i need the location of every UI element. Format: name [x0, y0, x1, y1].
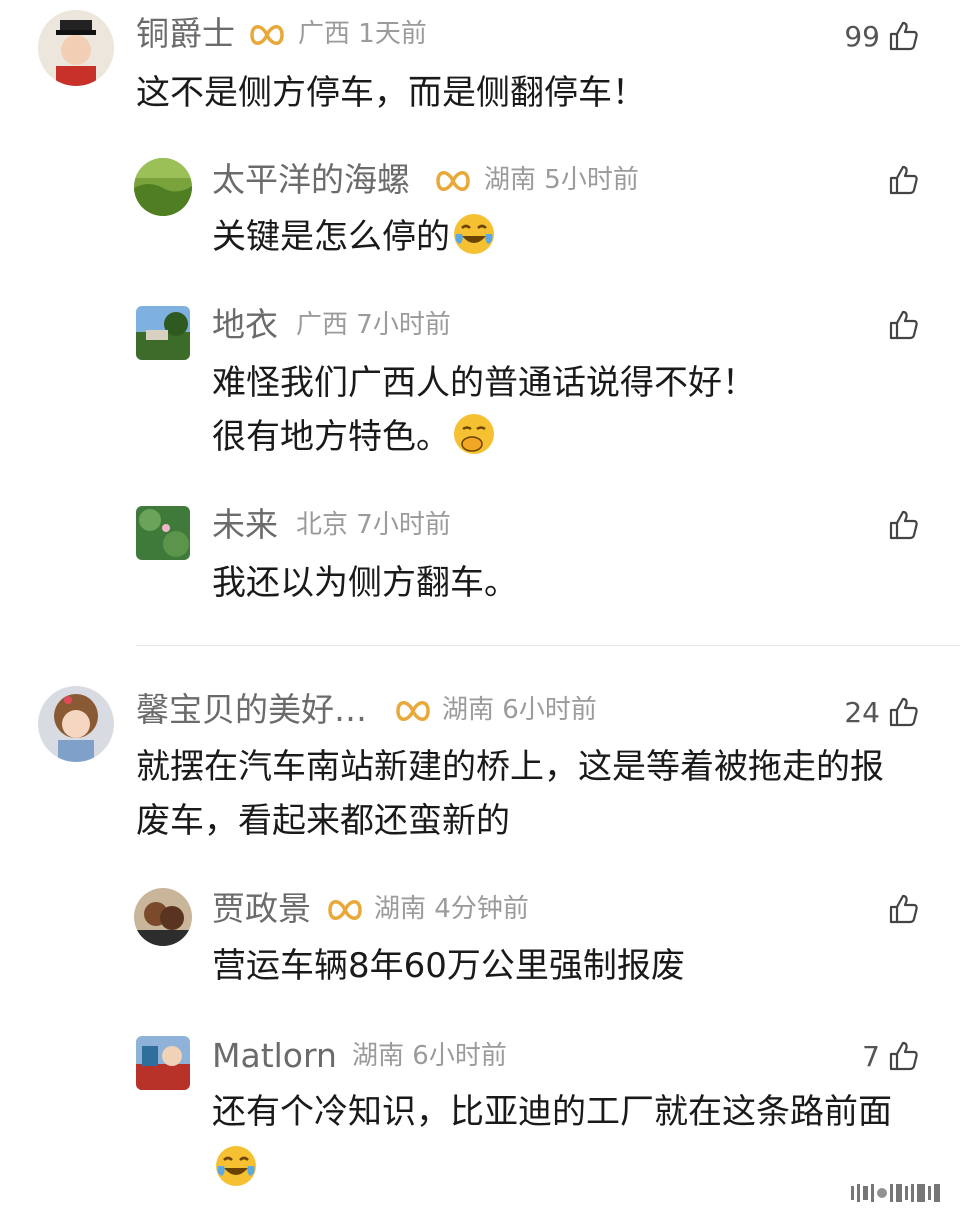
like-count: 99: [844, 19, 880, 53]
timestamp: 6小时前: [412, 1041, 507, 1071]
avatar[interactable]: [134, 158, 192, 216]
like-button[interactable]: 99: [844, 16, 920, 56]
comment-text: 就摆在汽车南站新建的桥上，这是等着被拖走的报: [136, 747, 884, 787]
laughing-crying-emoji-icon: [454, 214, 494, 254]
comment-text: 关键是怎么停的: [212, 210, 496, 264]
comment-meta: 湖南 4分钟前: [374, 889, 529, 929]
comment-line: 关键是怎么停的: [212, 217, 450, 257]
timestamp: 1天前: [358, 19, 427, 49]
location: 湖南: [484, 165, 537, 195]
vip-badge-icon: [250, 25, 284, 45]
comment-meta: 湖南 5小时前: [484, 160, 639, 200]
thumbs-up-icon: [889, 165, 918, 195]
timestamp: 5小时前: [544, 165, 639, 195]
like-button[interactable]: [880, 505, 920, 545]
location: 广西: [296, 310, 349, 340]
like-count: 24: [844, 695, 880, 729]
thumbs-up-icon: [889, 1041, 918, 1071]
username[interactable]: 地衣: [212, 305, 278, 345]
username[interactable]: 铜爵士: [136, 14, 235, 54]
giggle-emoji-icon: [454, 414, 494, 454]
username[interactable]: 未来: [212, 505, 278, 545]
vip-badge-icon: [436, 171, 470, 191]
vip-badge-icon: [396, 701, 430, 721]
comment-meta: 北京 7小时前: [296, 505, 451, 545]
username[interactable]: 太平洋的海螺: [212, 160, 410, 200]
location: 湖南: [374, 894, 427, 924]
location: 湖南: [352, 1041, 405, 1071]
username[interactable]: 馨宝贝的美好…: [136, 690, 367, 730]
timestamp: 7小时前: [356, 510, 451, 540]
comment-text: 很有地方特色。: [212, 410, 496, 464]
location: 广西: [298, 19, 351, 49]
thumbs-up-icon: [889, 310, 918, 340]
avatar[interactable]: [134, 888, 192, 946]
comment-meta: 湖南 6小时前: [352, 1036, 507, 1076]
vip-badge-icon: [328, 900, 362, 920]
comment-text: 我还以为侧方翻车。: [212, 563, 518, 603]
avatar[interactable]: [38, 686, 114, 762]
comment-text: 废车，看起来都还蛮新的: [136, 801, 510, 841]
comment-text: 营运车辆8年60万公里强制报废: [212, 946, 685, 986]
laughing-crying-emoji-icon: [216, 1146, 256, 1186]
username[interactable]: 贾政景: [212, 889, 311, 929]
like-button[interactable]: [880, 889, 920, 929]
thumbs-up-icon: [889, 510, 918, 540]
divider: [136, 645, 960, 646]
avatar[interactable]: [38, 10, 114, 86]
like-button[interactable]: [880, 305, 920, 345]
location: 湖南: [442, 695, 495, 725]
thumbs-up-icon: [889, 697, 918, 727]
username[interactable]: Matlorn: [212, 1036, 337, 1076]
comment-line: 很有地方特色。: [212, 417, 450, 457]
like-count: 7: [862, 1039, 880, 1073]
thumbs-up-icon: [889, 894, 918, 924]
watermark-mark: [851, 1184, 940, 1202]
like-button[interactable]: 24: [844, 692, 920, 732]
timestamp: 7小时前: [356, 310, 451, 340]
comment-meta: 广西 7小时前: [296, 305, 451, 345]
comment-text: 难怪我们广西人的普通话说得不好！: [212, 363, 756, 403]
like-button[interactable]: [880, 160, 920, 200]
comment-meta: 湖南 6小时前: [442, 690, 597, 730]
thumbs-up-icon: [889, 21, 918, 51]
comment-text: 这不是侧方停车，而是侧翻停车！: [136, 73, 646, 113]
avatar[interactable]: [136, 1036, 190, 1090]
location: 北京: [296, 510, 349, 540]
timestamp: 6小时前: [502, 695, 597, 725]
avatar[interactable]: [136, 506, 190, 560]
comment-meta: 广西 1天前: [298, 14, 427, 54]
timestamp: 4分钟前: [434, 894, 529, 924]
comment-text: 还有个冷知识，比亚迪的工厂就在这条路前面: [212, 1092, 892, 1132]
avatar[interactable]: [136, 306, 190, 360]
like-button[interactable]: 7: [862, 1036, 920, 1076]
